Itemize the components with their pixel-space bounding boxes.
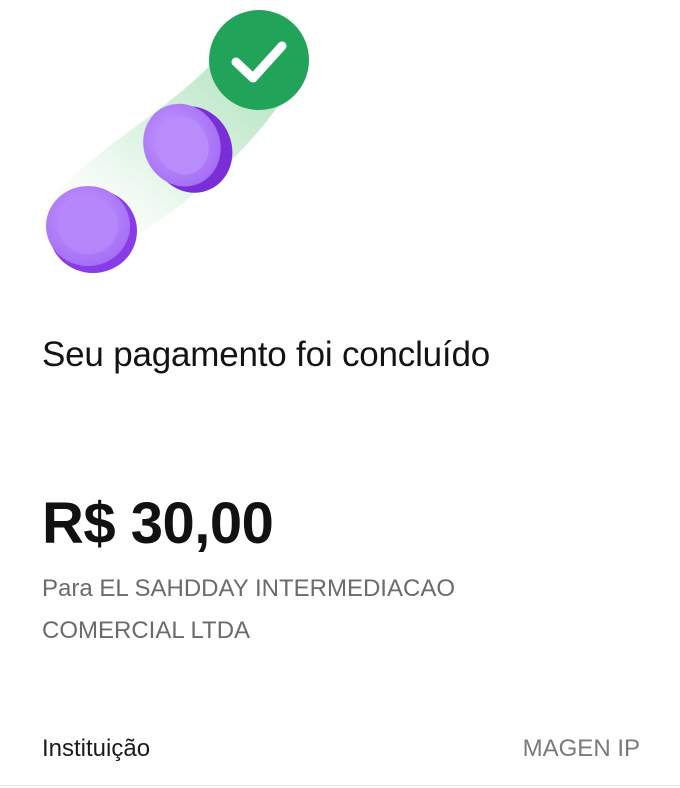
detail-label: Instituição	[42, 735, 151, 762]
detail-value: MAGEN IP	[522, 735, 640, 762]
check-icon	[209, 10, 309, 110]
payment-amount: R$ 30,00	[42, 491, 274, 556]
recipient-text: Para EL SAHDDAY INTERMEDIACAO COMERCIAL …	[42, 575, 455, 644]
detail-row-institution: Instituição MAGEN IP	[42, 730, 640, 768]
page-title: Seu pagamento foi concluído	[42, 335, 490, 374]
payment-success-illustration	[0, 0, 340, 290]
divider	[0, 785, 680, 786]
